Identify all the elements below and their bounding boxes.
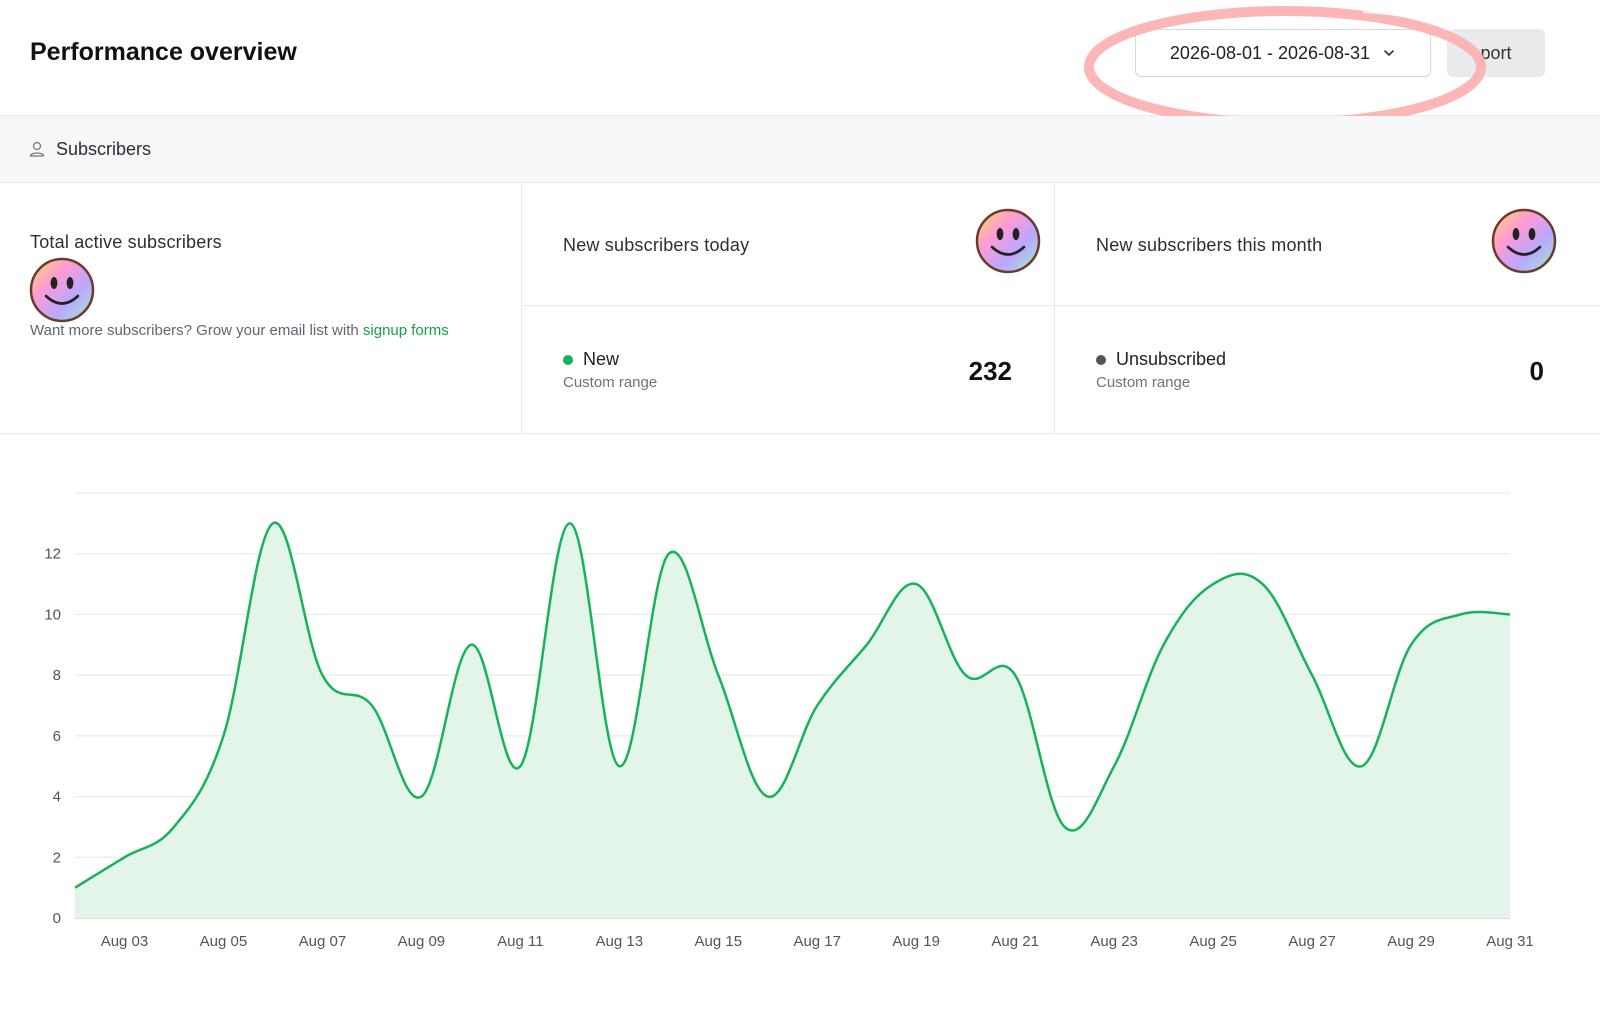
x-tick-label: Aug 23 (1090, 933, 1138, 950)
x-tick-label: Aug 19 (892, 933, 940, 950)
smiley-icon (29, 257, 95, 323)
unsubscribed-label-text: Unsubscribed (1116, 349, 1227, 369)
y-tick-label: 8 (53, 667, 61, 684)
x-tick-label: Aug 03 (101, 933, 149, 950)
new-month-card: New subscribers this month Unsubscribed … (1055, 183, 1600, 434)
smiley-icon (1491, 208, 1557, 274)
x-tick-label: Aug 05 (200, 933, 248, 950)
x-tick-label: Aug 07 (299, 933, 347, 950)
user-icon (29, 141, 45, 157)
y-tick-label: 6 (53, 728, 61, 745)
new-today-header: New subscribers today (522, 183, 1054, 306)
page-header: Performance overview 2026-08-01 - 2026-0… (0, 0, 1600, 128)
section-label: Subscribers (56, 138, 152, 159)
unsubscribed-metric-range: Custom range (1096, 374, 1191, 391)
stats-panel: Total active subscribers Want more subsc… (0, 183, 1600, 434)
new-status-dot (563, 354, 573, 365)
subscribers-section-bar: Subscribers (0, 116, 1600, 183)
x-tick-label: Aug 13 (596, 933, 644, 950)
x-tick-label: Aug 29 (1387, 933, 1435, 950)
x-tick-label: Aug 21 (991, 933, 1039, 950)
total-subscribers-card: Total active subscribers Want more subsc… (0, 183, 522, 434)
page-title: Performance overview (30, 38, 297, 66)
x-tick-label: Aug 11 (497, 933, 543, 950)
signup-forms-link[interactable]: signup forms (363, 322, 449, 339)
x-tick-label: Aug 15 (695, 933, 743, 950)
new-label-text: New (583, 349, 620, 369)
unsubscribed-status-dot (1096, 354, 1106, 365)
total-subscribers-title: Total active subscribers (30, 232, 222, 252)
date-range-picker[interactable]: 2026-08-01 - 2026-08-31 (1135, 29, 1431, 77)
y-tick-label: 2 (53, 849, 61, 866)
x-tick-label: Aug 27 (1288, 933, 1336, 950)
x-tick-label: Aug 17 (793, 933, 841, 950)
y-tick-label: 4 (53, 789, 61, 806)
y-tick-label: 12 (44, 546, 61, 563)
hint-text: Want more subscribers? Grow your email l… (30, 322, 359, 339)
date-range-value: 2026-08-01 - 2026-08-31 (1169, 42, 1371, 63)
smiley-icon (975, 208, 1041, 274)
chevron-down-icon (1384, 50, 1394, 56)
new-month-header: New subscribers this month (1055, 183, 1600, 306)
subscribers-area-chart: 0 2 4 6 8 10 12 Aug 03 Aug 05 Aug 07 Aug 09 Aug 11 A… (44, 492, 1534, 950)
y-tick-label: 10 (44, 606, 61, 623)
export-button-label: port (1480, 42, 1512, 63)
new-today-title: New subscribers today (563, 235, 750, 255)
new-today-card: New subscribers today New Custom range 2… (522, 183, 1055, 434)
x-tick-label: Aug 31 (1486, 933, 1534, 950)
x-tick-label: Aug 25 (1189, 933, 1237, 950)
new-metric-range: Custom range (563, 374, 658, 391)
y-tick-label: 0 (53, 910, 61, 927)
area-fill (75, 522, 1510, 918)
new-metric-label: New (563, 349, 619, 370)
unsubscribed-metric-value: 0 (1529, 356, 1544, 386)
export-button[interactable]: port (1447, 29, 1545, 77)
subscribers-chart: 0 2 4 6 8 10 12 Aug 03 Aug 05 Aug 07 Aug 09 Aug 11 A… (0, 434, 1600, 1009)
new-metric-value: 232 (968, 356, 1012, 386)
x-tick-label: Aug 09 (398, 933, 446, 950)
new-month-title: New subscribers this month (1096, 235, 1323, 255)
unsubscribed-metric-label: Unsubscribed (1096, 349, 1226, 370)
signup-hint: Want more subscribers? Grow your email l… (30, 320, 470, 341)
